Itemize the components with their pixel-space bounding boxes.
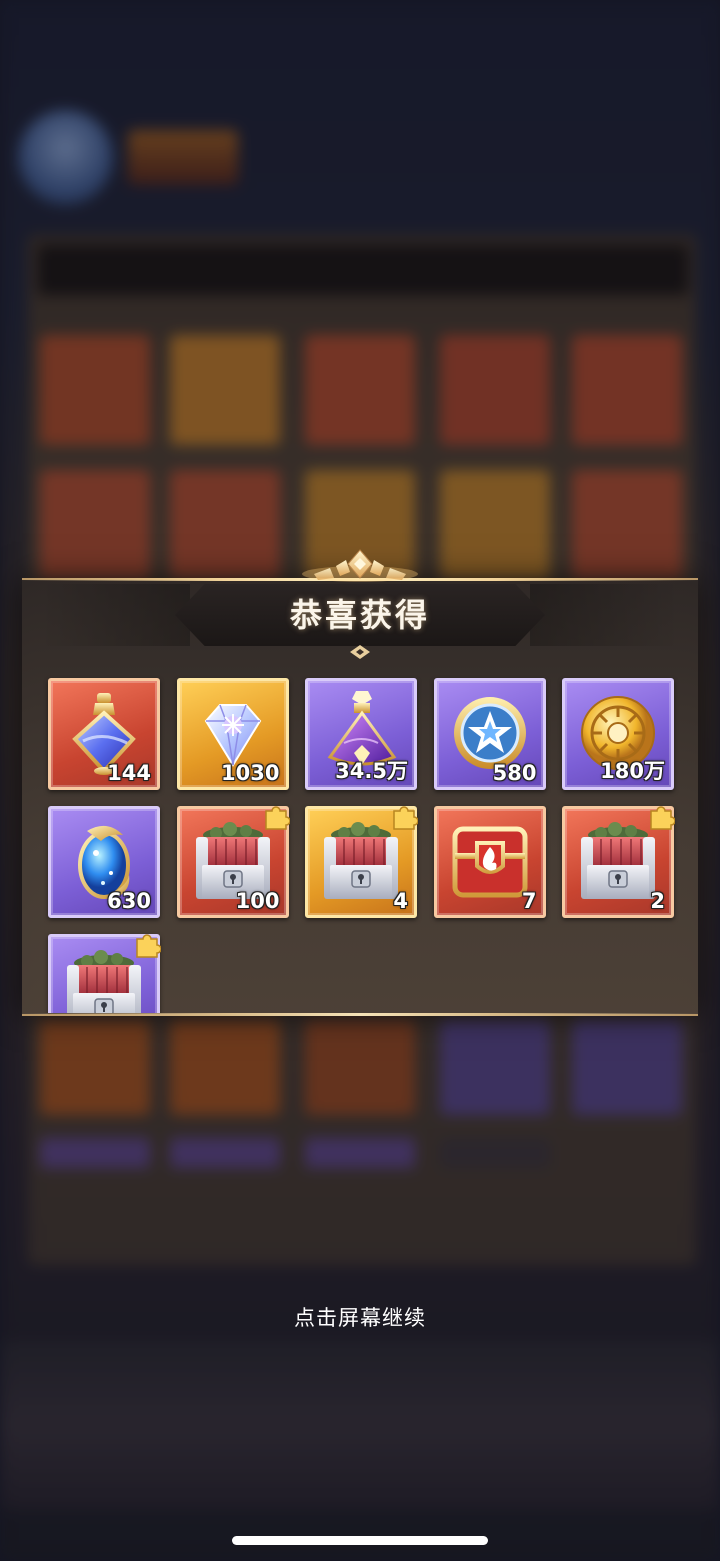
dialog-bottom-border xyxy=(20,1013,700,1016)
item-quantity: 144 xyxy=(107,761,151,785)
dialog-title: 恭喜获得 xyxy=(289,596,430,634)
reward-item[interactable]: 630 xyxy=(48,806,160,918)
item-quantity: 4 xyxy=(393,889,408,913)
banner-diamond-icon xyxy=(350,645,370,659)
item-quantity: 2 xyxy=(650,889,665,913)
puzzle-piece-icon xyxy=(650,806,675,830)
tap-to-continue-hint[interactable]: 点击屏幕继续 xyxy=(0,1302,720,1332)
reward-item[interactable]: 180万 xyxy=(562,678,674,790)
reward-item-grid: 144 1030 34.5万 580 180万 630 100 4 7 2 xyxy=(22,670,698,1013)
item-quantity: 34.5万 xyxy=(335,759,408,783)
item-quantity: 180万 xyxy=(600,759,665,783)
reward-item[interactable] xyxy=(48,934,161,1013)
reward-item[interactable]: 4 xyxy=(305,806,418,918)
item-quantity: 630 xyxy=(107,889,151,913)
item-quantity: 100 xyxy=(235,889,280,913)
item-quantity: 580 xyxy=(492,761,537,785)
banner-wing-left xyxy=(40,584,190,646)
crown-ornament-icon xyxy=(302,549,418,582)
reward-item[interactable]: 1030 xyxy=(176,678,289,790)
reward-item[interactable]: 100 xyxy=(176,806,290,918)
item-quantity: 7 xyxy=(521,889,537,913)
puzzle-piece-icon xyxy=(393,806,418,830)
item-quantity: 1030 xyxy=(221,761,280,785)
reward-item[interactable]: 144 xyxy=(48,678,160,790)
reward-item[interactable]: 34.5万 xyxy=(305,678,417,790)
puzzle-piece-icon xyxy=(136,934,161,958)
banner-wing-right xyxy=(530,584,680,646)
puzzle-piece-icon xyxy=(264,806,290,830)
reward-item[interactable]: 580 xyxy=(433,678,546,790)
reward-item[interactable]: 2 xyxy=(562,806,675,918)
home-indicator[interactable] xyxy=(232,1536,488,1545)
reward-item[interactable]: 7 xyxy=(433,806,546,918)
